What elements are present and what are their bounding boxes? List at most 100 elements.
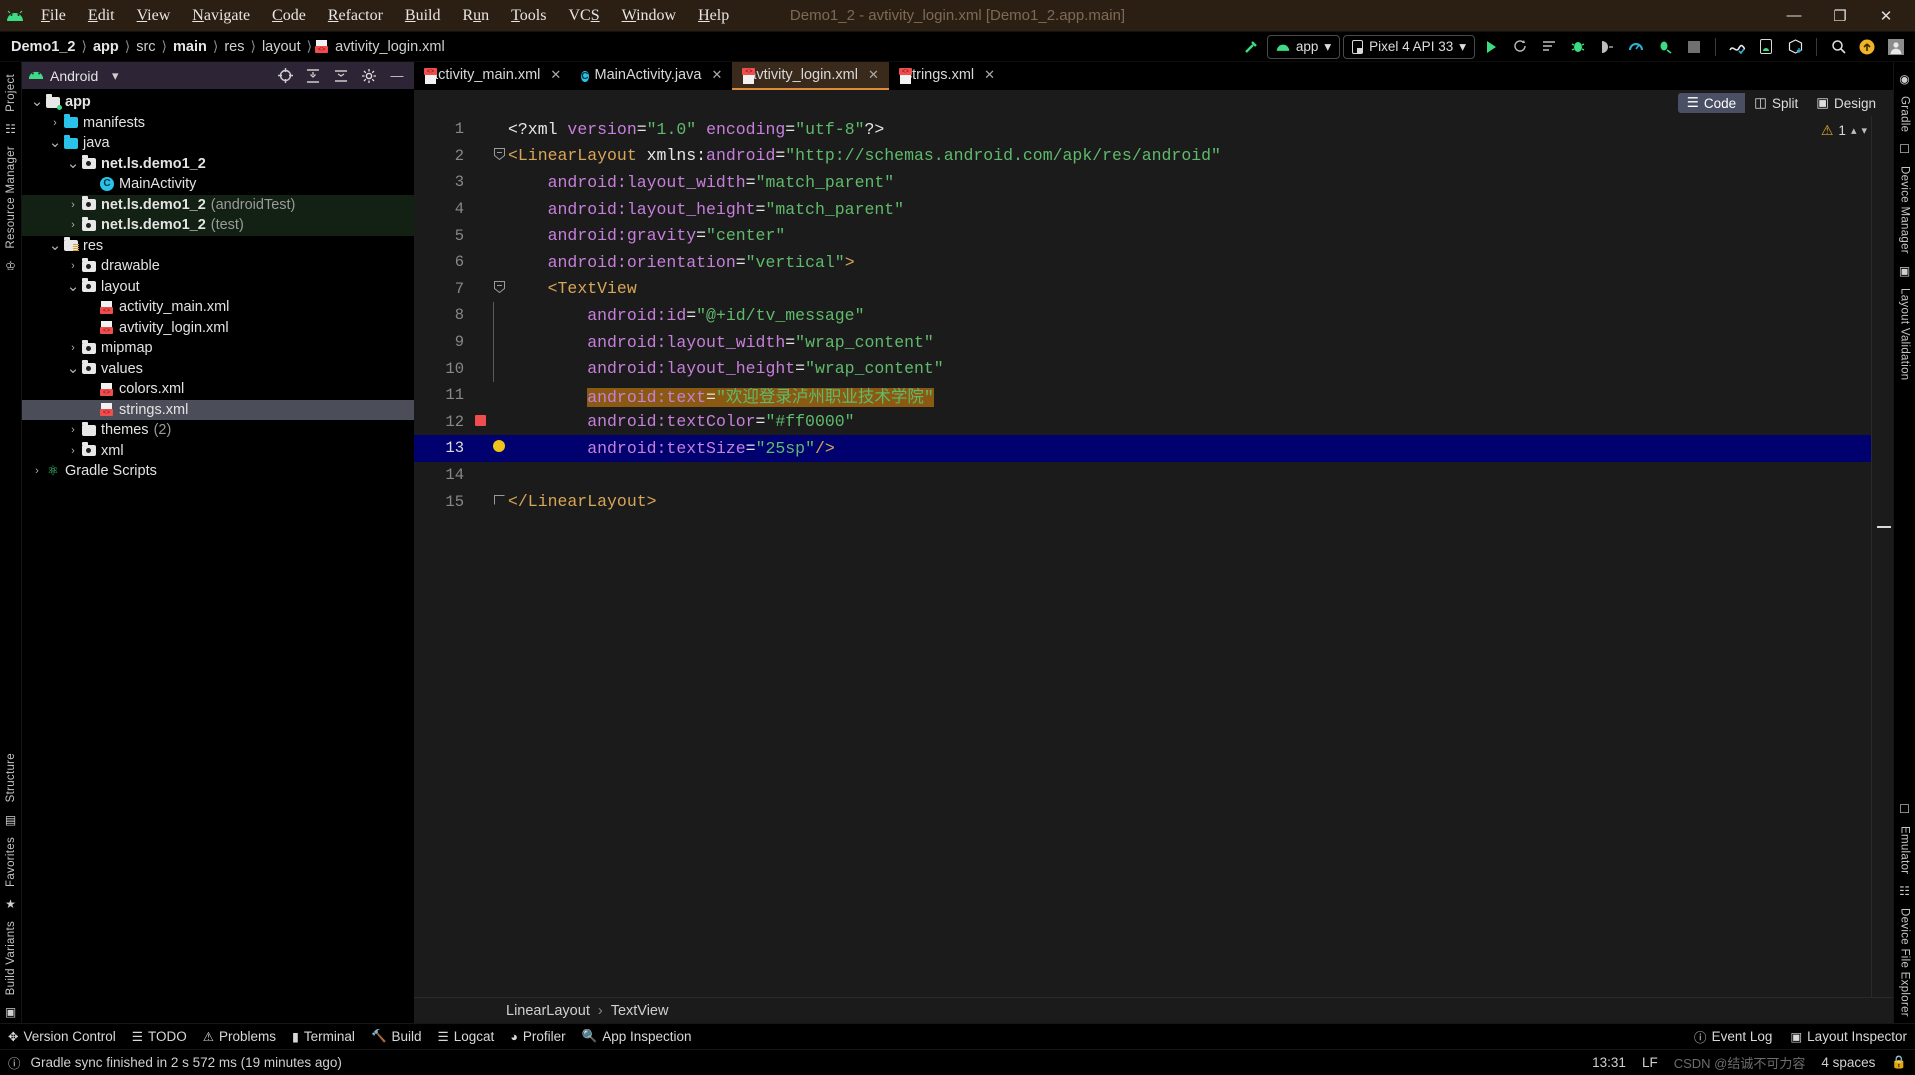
code-editor[interactable]: 1 <?xml version="1.0" encoding="utf-8"?> 2…: [414, 116, 1893, 997]
code-line[interactable]: 13 android:textSize="25sp"/>: [414, 435, 1871, 462]
menu-vcs[interactable]: VCS: [557, 3, 610, 29]
breadcrumb-file[interactable]: avtivity_login.xml: [332, 39, 448, 55]
code-line[interactable]: 5 android:gravity="center": [414, 222, 1871, 249]
intention-bulb-icon[interactable]: [490, 440, 508, 456]
inspection-status[interactable]: ⚠ 1 ▴ ▾: [1821, 122, 1867, 139]
code-line[interactable]: 9 android:layout_width="wrap_content": [414, 329, 1871, 356]
account-icon[interactable]: [1883, 35, 1909, 59]
tool-window-problems[interactable]: ⚠ Problems: [203, 1029, 276, 1044]
code-text[interactable]: android:layout_height="wrap_content": [508, 359, 1871, 378]
rail-item-project[interactable]: Project: [5, 68, 17, 118]
debug-icon[interactable]: [1565, 35, 1591, 59]
code-line[interactable]: 15 </LinearLayout>: [414, 488, 1871, 515]
chevron-right-icon[interactable]: ›: [30, 465, 44, 477]
code-line[interactable]: 10 android:layout_height="wrap_content": [414, 355, 1871, 382]
fold-collapse-icon[interactable]: [490, 147, 508, 164]
sdk-manager-icon[interactable]: [1724, 35, 1750, 59]
maximize-button[interactable]: ❐: [1817, 1, 1863, 31]
code-text[interactable]: android:layout_width="match_parent": [508, 173, 1871, 192]
tree-node-colors-xml[interactable]: <> colors.xml: [22, 379, 414, 400]
menu-file[interactable]: File: [30, 3, 77, 29]
tree-node-net-ls-demo1-2[interactable]: › net.ls.demo1_2 (androidTest): [22, 194, 414, 215]
chevron-down-icon[interactable]: ▾: [1861, 124, 1867, 137]
update-icon[interactable]: [1854, 35, 1880, 59]
chevron-right-icon[interactable]: ›: [66, 424, 80, 436]
breadcrumb-main[interactable]: main: [170, 39, 210, 55]
close-tab-icon[interactable]: ✕: [550, 67, 561, 83]
tree-node-values[interactable]: ⌄ values: [22, 359, 414, 380]
rail-item-structure[interactable]: Structure: [5, 747, 17, 808]
tool-window-app-inspection[interactable]: 🔍 App Inspection: [582, 1029, 692, 1044]
tool-window-layout-inspector[interactable]: ▣ Layout Inspector: [1790, 1029, 1907, 1044]
tree-node-strings-xml[interactable]: <> strings.xml: [22, 399, 414, 420]
rail-item-emulator[interactable]: Emulator: [1899, 820, 1911, 880]
menu-refactor[interactable]: Refactor: [317, 3, 394, 29]
chevron-right-icon[interactable]: ›: [66, 342, 80, 354]
tool-window-profiler[interactable]: ◕ Profiler: [510, 1029, 565, 1044]
chevron-down-icon[interactable]: ▾: [104, 65, 126, 87]
rerun-icon[interactable]: [1507, 35, 1533, 59]
code-text[interactable]: </LinearLayout>: [508, 492, 1871, 511]
chevron-up-icon[interactable]: ▴: [1851, 124, 1857, 137]
rail-item-resource-manager[interactable]: Resource Manager: [5, 140, 17, 255]
menu-window[interactable]: Window: [611, 3, 687, 29]
rail-item-device-manager[interactable]: Device Manager: [1899, 160, 1911, 260]
collapse-all-icon[interactable]: [302, 65, 324, 87]
chevron-right-icon[interactable]: ›: [66, 445, 80, 457]
tree-node-layout[interactable]: ⌄ layout: [22, 277, 414, 298]
code-text[interactable]: android:id="@+id/tv_message": [508, 306, 1871, 325]
code-line[interactable]: 12 android:textColor="#ff0000": [414, 409, 1871, 436]
breadcrumb-layout[interactable]: layout: [259, 39, 304, 55]
rail-item-gradle[interactable]: Gradle: [1899, 90, 1911, 138]
code-text[interactable]: android:layout_width="wrap_content": [508, 333, 1871, 352]
tree-node-app[interactable]: ⌄ app: [22, 92, 414, 113]
menu-code[interactable]: Code: [261, 3, 317, 29]
breadcrumb-app[interactable]: app: [90, 39, 122, 55]
code-text[interactable]: android:gravity="center": [508, 226, 1871, 245]
attach-debugger-icon[interactable]: [1594, 35, 1620, 59]
editor-breadcrumb-textview[interactable]: TextView: [611, 1003, 669, 1019]
select-opened-file-icon[interactable]: [274, 65, 296, 87]
tree-node-gradle-scripts[interactable]: › ⚛ Gradle Scripts: [22, 461, 414, 482]
chevron-down-icon[interactable]: ⌄: [48, 238, 62, 253]
tree-node-activity-main-xml[interactable]: <> activity_main.xml: [22, 297, 414, 318]
run-icon[interactable]: [1478, 35, 1504, 59]
lock-icon[interactable]: 🔒: [1891, 1055, 1907, 1070]
tree-node-res[interactable]: ⌄ res: [22, 236, 414, 257]
run-coverage-icon[interactable]: [1652, 35, 1678, 59]
breakpoint-icon[interactable]: [470, 412, 490, 431]
code-text[interactable]: <TextView: [508, 279, 1871, 298]
view-mode-split[interactable]: ◫ Split: [1745, 93, 1807, 113]
menu-view[interactable]: View: [126, 3, 182, 29]
search-icon[interactable]: [1825, 35, 1851, 59]
editor-tab-avtivity-login-xml[interactable]: <> avtivity_login.xml ✕: [732, 62, 889, 90]
rail-item-layout-validation[interactable]: Layout Validation: [1899, 282, 1911, 386]
run-configuration-selector[interactable]: app ▾: [1266, 34, 1341, 59]
project-tree[interactable]: ⌄ app › manifests ⌄ java ⌄ net.ls.demo1_2 C MainA…: [22, 90, 414, 1023]
tool-window-logcat[interactable]: ☰ Logcat: [438, 1029, 495, 1044]
chevron-right-icon[interactable]: ›: [48, 117, 62, 129]
view-mode-design[interactable]: ▣ Design: [1807, 93, 1885, 113]
tool-window-version-control[interactable]: ✥ Version Control: [8, 1029, 116, 1044]
expand-all-icon[interactable]: [330, 65, 352, 87]
chevron-down-icon[interactable]: ⌄: [66, 279, 80, 294]
menu-navigate[interactable]: Navigate: [181, 3, 261, 29]
tree-node-drawable[interactable]: › drawable: [22, 256, 414, 277]
close-button[interactable]: ✕: [1863, 1, 1909, 31]
fold-end-icon[interactable]: [490, 494, 508, 509]
tree-node-avtivity-login-xml[interactable]: <> avtivity_login.xml: [22, 318, 414, 339]
rail-item-favorites[interactable]: Favorites: [5, 831, 17, 893]
code-line[interactable]: 14: [414, 462, 1871, 489]
rail-item-device-file-explorer[interactable]: Device File Explorer: [1899, 902, 1911, 1023]
code-line[interactable]: 6 android:orientation="vertical">: [414, 249, 1871, 276]
menu-edit[interactable]: Edit: [77, 3, 126, 29]
tool-window-build[interactable]: 🔨 Build: [371, 1029, 422, 1044]
status-line-separator[interactable]: LF: [1642, 1055, 1658, 1070]
chevron-right-icon[interactable]: ›: [66, 199, 80, 211]
menu-tools[interactable]: Tools: [500, 3, 557, 29]
rail-item-build-variants[interactable]: Build Variants: [5, 915, 17, 1001]
tree-node-mipmap[interactable]: › mipmap: [22, 338, 414, 359]
status-indent[interactable]: 4 spaces: [1821, 1055, 1875, 1070]
code-line[interactable]: 4 android:layout_height="match_parent": [414, 196, 1871, 223]
code-text[interactable]: android:textColor="#ff0000": [508, 412, 1871, 431]
